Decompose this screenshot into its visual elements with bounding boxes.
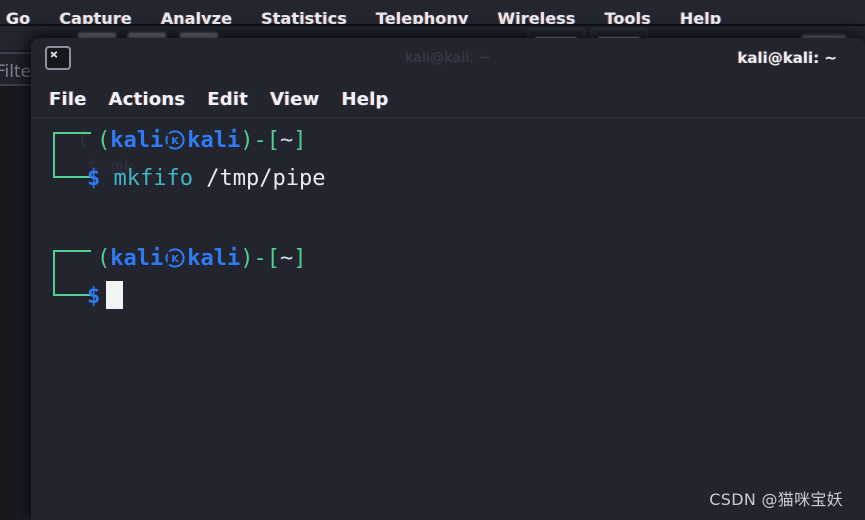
prompt-line-2: (kali K kali)-[~] xyxy=(97,240,306,278)
terminal-menu-view[interactable]: View xyxy=(270,89,319,110)
command-line-2[interactable]: $ xyxy=(87,278,124,316)
kali-dragon-logo-icon-2: K xyxy=(164,247,186,269)
wireshark-left-edge xyxy=(0,86,16,520)
terminal-output-area[interactable]: ( $ mk (kali K kali)-[~] $ mkfifo /tmp/p… xyxy=(31,118,865,520)
command-argument-1: /tmp/pipe xyxy=(206,166,326,191)
svg-text:K: K xyxy=(172,136,180,147)
prompt-user-1: kali xyxy=(110,128,164,153)
prompt-sigil-1: $ xyxy=(87,166,101,191)
watermark: CSDN @猫咪宝妖 xyxy=(709,490,843,509)
terminal-menu-actions[interactable]: Actions xyxy=(109,89,186,110)
command-spacer-1 xyxy=(100,166,113,191)
prompt-dash-2: - xyxy=(253,246,267,271)
prompt-decoration-2 xyxy=(53,250,91,296)
wireshark-menu-wireless[interactable]: Wireless xyxy=(498,9,576,24)
prompt-host-2: kali xyxy=(187,246,241,271)
prompt-bracket-close-1: ] xyxy=(293,128,307,153)
terminal-menu-file[interactable]: File xyxy=(49,89,87,110)
command-line-1: $ mkfifo /tmp/pipe xyxy=(87,160,325,198)
wireshark-filter-placeholder: Filte xyxy=(0,62,32,82)
wireshark-menu-statistics[interactable]: Statistics xyxy=(261,9,347,24)
prompt-line-1: (kali K kali)-[~] xyxy=(97,122,306,160)
prompt-user-2: kali xyxy=(110,246,164,271)
wireshark-menu-go[interactable]: Go xyxy=(6,9,30,24)
terminal-menu-help[interactable]: Help xyxy=(342,89,389,110)
command-spacer-2 xyxy=(193,166,206,191)
prompt-open-paren-1: ( xyxy=(97,128,111,153)
wireshark-menu-analyze[interactable]: Analyze xyxy=(161,9,232,24)
screen: Go Capture Analyze Statistics Telephony … xyxy=(0,0,865,520)
prompt-bracket-open-2: [ xyxy=(266,246,280,271)
prompt-cwd-2: ~ xyxy=(279,246,294,271)
terminal-window[interactable]: kali@kali: ~ kali@kali: ~ File Actions E… xyxy=(31,38,865,520)
prompt-sigil-2: $ xyxy=(87,284,101,309)
prompt-decoration-1 xyxy=(53,132,91,178)
terminal-titlebar[interactable]: kali@kali: ~ kali@kali: ~ xyxy=(31,38,865,80)
svg-text:K: K xyxy=(172,254,180,265)
prompt-cwd-1: ~ xyxy=(279,128,294,153)
prompt-bracket-open-1: [ xyxy=(266,128,280,153)
wireshark-menu-help[interactable]: Help xyxy=(680,9,722,24)
wireshark-menubar: Go Capture Analyze Statistics Telephony … xyxy=(0,0,865,24)
prompt-dash-1: - xyxy=(253,128,267,153)
terminal-menubar: File Actions Edit View Help xyxy=(31,80,865,118)
prompt-host-1: kali xyxy=(187,128,241,153)
terminal-title-right: kali@kali: ~ xyxy=(737,49,837,67)
wireshark-menu-tools[interactable]: Tools xyxy=(605,9,651,24)
terminal-menu-edit[interactable]: Edit xyxy=(207,89,248,110)
kali-dragon-logo-icon: K xyxy=(164,129,186,151)
prompt-bracket-close-2: ] xyxy=(293,246,307,271)
wireshark-menu-capture[interactable]: Capture xyxy=(59,9,131,24)
prompt-open-paren-2: ( xyxy=(97,246,111,271)
wireshark-menu-telephony[interactable]: Telephony xyxy=(376,9,469,24)
prompt-close-paren-2: ) xyxy=(240,246,254,271)
command-name-1: mkfifo xyxy=(113,166,193,191)
prompt-close-paren-1: ) xyxy=(240,128,254,153)
terminal-cursor xyxy=(106,281,124,309)
